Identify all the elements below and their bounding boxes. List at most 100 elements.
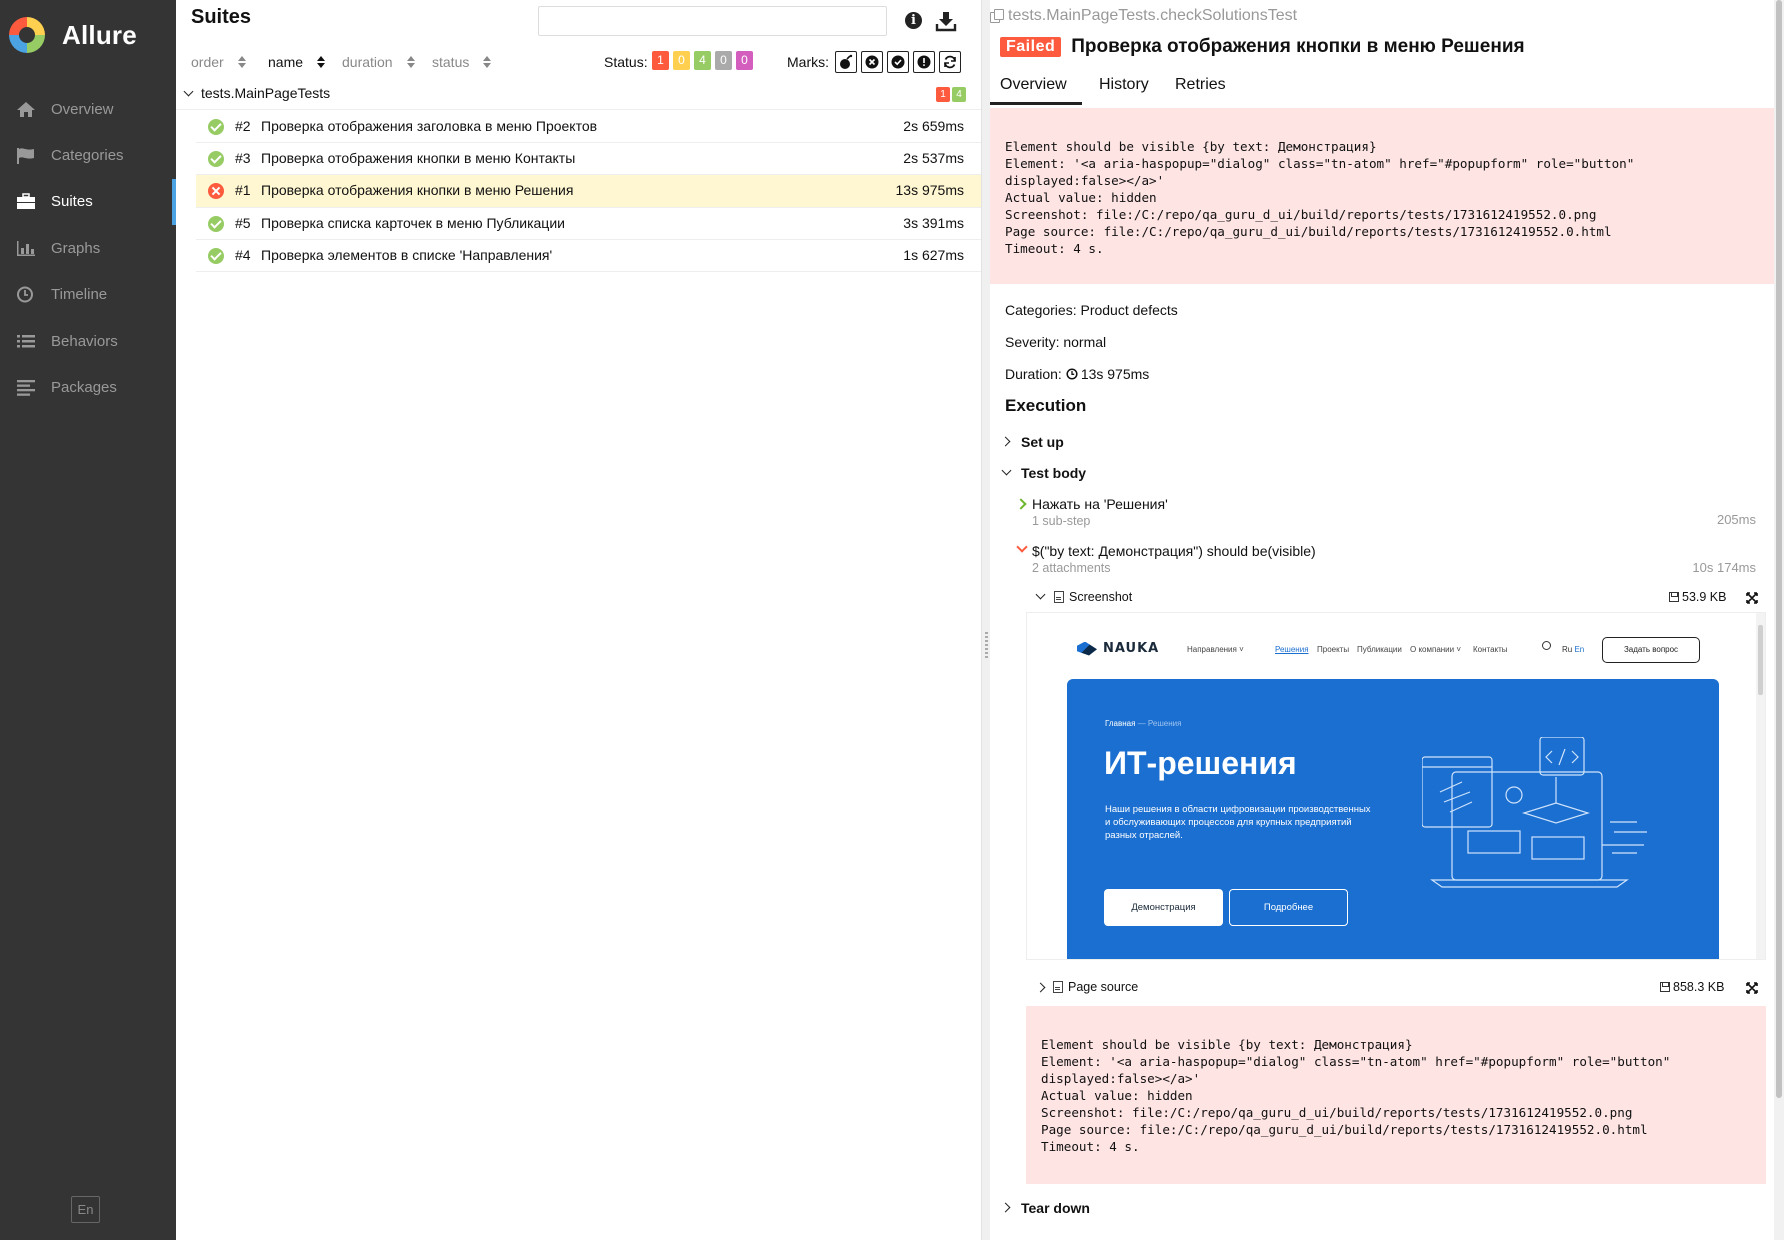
sidebar-item-timeline[interactable]: Timeline <box>0 272 176 318</box>
suite-group-name: tests.MainPageTests <box>201 85 331 101</box>
new-failed-mark-icon[interactable] <box>861 51 883 73</box>
download-icon[interactable] <box>935 10 957 32</box>
test-duration: 3s 391ms <box>903 214 964 231</box>
passed-status-icon <box>208 151 224 168</box>
preview-demo-button: Демонстрация <box>1104 889 1223 926</box>
duration-label: Duration: <box>1005 366 1062 382</box>
test-row[interactable]: #3 Проверка отображения кнопки в меню Ко… <box>196 143 981 176</box>
tab-retries[interactable]: Retries <box>1175 76 1226 94</box>
tab-history[interactable]: History <box>1099 76 1149 94</box>
status-skipped-badge[interactable]: 0 <box>715 51 732 70</box>
breadcrumb-text: tests.MainPageTests.checkSolutionsTest <box>1008 7 1298 24</box>
test-name: Проверка элементов в списке 'Направления… <box>261 246 553 263</box>
setup-stage[interactable]: Set up <box>1000 434 1064 450</box>
step-name[interactable]: $("by text: Демонстрация") should be(vis… <box>1032 543 1316 559</box>
sidebar-item-categories[interactable]: Categories <box>0 132 176 178</box>
suite-group-row[interactable]: tests.MainPageTests 1 4 <box>176 80 981 110</box>
sort-arrows-icon <box>317 56 326 68</box>
status-filter-label: Status: <box>604 54 648 70</box>
test-name: Проверка отображения кнопки в меню Решен… <box>261 182 574 199</box>
test-row-selected[interactable]: #1 Проверка отображения кнопки в меню Ре… <box>196 175 981 208</box>
step-time: 205ms <box>1716 512 1756 527</box>
sort-arrows-icon <box>483 56 492 68</box>
test-name: Проверка списка карточек в меню Публикац… <box>261 214 565 231</box>
sidebar-item-overview[interactable]: Overview <box>0 86 176 132</box>
expand-icon[interactable] <box>1746 592 1758 604</box>
duration-info: Duration: 13s 975ms <box>1005 366 1149 382</box>
active-tab-indicator <box>990 102 1082 105</box>
screenshot-preview[interactable]: NAUKA Направления ˅ Решения Проекты Публ… <box>1026 612 1766 960</box>
tab-overview[interactable]: Overview <box>1000 76 1067 94</box>
status-unknown-badge[interactable]: 0 <box>736 51 753 70</box>
test-number: #3 <box>235 150 251 167</box>
step-error-message: Element should be visible {by text: Демо… <box>1041 1037 1671 1154</box>
detail-tabs: Overview History Retries <box>990 72 1774 106</box>
teardown-stage[interactable]: Tear down <box>1000 1200 1090 1216</box>
preview-search-icon <box>1542 641 1551 650</box>
test-body-stage[interactable]: Test body <box>1001 465 1086 481</box>
list-icon <box>15 332 37 350</box>
sort-label: name <box>268 54 304 70</box>
info-icon[interactable]: i <box>905 12 922 29</box>
step-name[interactable]: Нажать на 'Решения' <box>1032 496 1168 512</box>
preview-illustration <box>1422 737 1647 888</box>
sort-arrows-icon <box>237 56 246 68</box>
expand-icon[interactable] <box>1746 982 1758 994</box>
status-broken-badge[interactable]: 0 <box>673 51 690 70</box>
save-icon <box>1660 982 1670 992</box>
sidebar-item-suites[interactable]: Suites <box>0 178 176 226</box>
attachment-screenshot-row[interactable]: Screenshot <box>1035 589 1133 604</box>
sort-status-button[interactable]: status <box>432 54 492 70</box>
pane-splitter[interactable] <box>981 0 990 1240</box>
preview-crumb-current: — Решения <box>1137 719 1182 728</box>
test-title: Проверка отображения кнопки в меню Решен… <box>1071 36 1525 57</box>
suite-group-counts: 1 4 <box>936 87 966 102</box>
search-input[interactable] <box>538 6 887 36</box>
test-row[interactable]: #5 Проверка списка карточек в меню Публи… <box>196 208 981 240</box>
test-name: Проверка отображения заголовка в меню Пр… <box>261 118 598 134</box>
scrollbar-thumb[interactable] <box>1776 0 1782 1098</box>
marks-filter <box>835 51 961 73</box>
attachment-name: Page source <box>1068 980 1139 994</box>
clock-icon <box>15 286 37 304</box>
sidebar-nav: Overview Categories Suites Graphs Timeli… <box>0 86 176 411</box>
sort-duration-button[interactable]: duration <box>342 54 415 70</box>
sidebar-item-graphs[interactable]: Graphs <box>0 225 176 271</box>
allure-logo[interactable]: Allure <box>9 17 137 53</box>
sidebar-item-packages[interactable]: Packages <box>0 364 176 410</box>
status-filter: 1 0 4 0 0 <box>652 51 753 70</box>
step-substeps: 1 sub-step <box>1032 514 1091 528</box>
test-number: #5 <box>235 214 251 231</box>
sort-label: order <box>191 54 224 70</box>
chevron-down-icon[interactable] <box>1016 541 1028 553</box>
copy-icon[interactable] <box>990 9 1004 23</box>
passed-status-icon <box>208 247 224 264</box>
preview-scrollbar[interactable] <box>1756 613 1765 959</box>
preview-menu-item: Контакты <box>1473 645 1508 654</box>
test-row[interactable]: #4 Проверка элементов в списке 'Направле… <box>196 240 981 272</box>
attachment-size: 53.9 KB <box>1669 590 1726 604</box>
new-passed-mark-icon[interactable] <box>887 51 909 73</box>
sort-order-button[interactable]: order <box>191 54 246 70</box>
chevron-right-icon[interactable] <box>1015 498 1027 510</box>
sort-name-button[interactable]: name <box>268 54 326 70</box>
test-duration: 2s 659ms <box>903 118 964 134</box>
status-passed-badge[interactable]: 4 <box>694 51 711 70</box>
test-row[interactable]: #2 Проверка отображения заголовка в меню… <box>196 111 981 144</box>
right-pane-scrollbar[interactable] <box>1774 0 1784 1240</box>
passed-status-icon <box>208 119 224 135</box>
flaky-mark-icon[interactable] <box>835 51 857 73</box>
test-list: #2 Проверка отображения заголовка в меню… <box>196 111 981 272</box>
allure-logo-icon <box>9 17 45 53</box>
preview-menu-item: О компании ˅ <box>1410 645 1462 654</box>
breadcrumb: tests.MainPageTests.checkSolutionsTest <box>990 7 1297 25</box>
status-failed-badge[interactable]: 1 <box>652 51 669 70</box>
retries-mark-icon[interactable] <box>939 51 961 73</box>
new-broken-mark-icon[interactable] <box>913 51 935 73</box>
attachment-page-source-row[interactable]: Page source <box>1035 980 1139 994</box>
attachment-name: Screenshot <box>1069 590 1133 604</box>
duration-value: 13s 975ms <box>1080 366 1150 382</box>
file-icon <box>1053 981 1063 993</box>
sidebar-item-behaviors[interactable]: Behaviors <box>0 318 176 364</box>
language-toggle-button[interactable]: En <box>71 1196 100 1223</box>
